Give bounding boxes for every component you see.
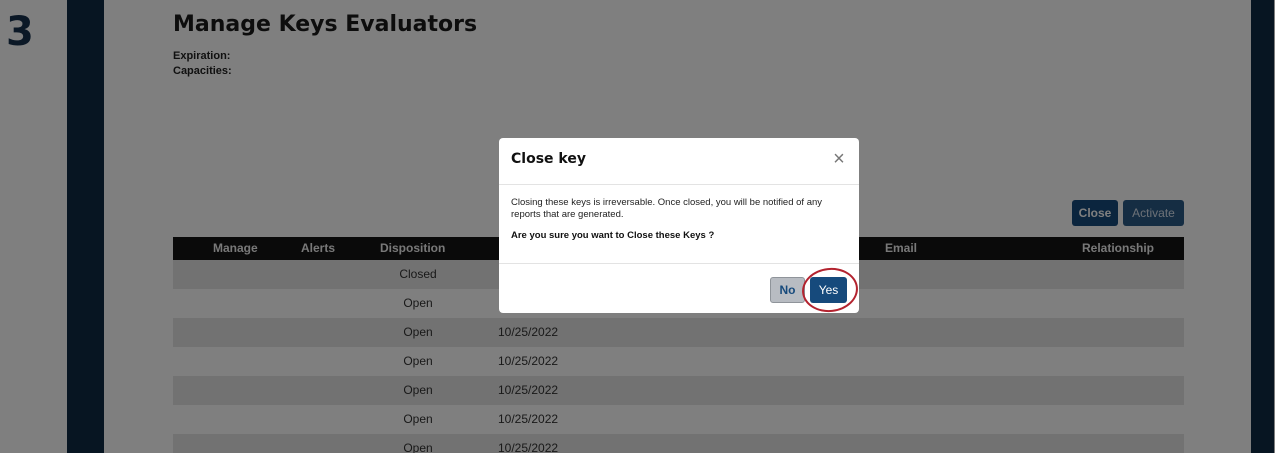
yes-highlight-annotation xyxy=(799,265,861,315)
dialog-message: Closing these keys is irreversable. Once… xyxy=(511,197,823,220)
dialog-body: Closing these keys is irreversable. Once… xyxy=(499,185,859,264)
dialog-question: Are you sure you want to Close these Key… xyxy=(511,230,715,241)
dialog-header: Close key × xyxy=(499,138,859,185)
no-button[interactable]: No xyxy=(770,277,805,303)
close-key-dialog: Close key × Closing these keys is irreve… xyxy=(499,138,861,315)
close-icon[interactable]: × xyxy=(829,149,849,169)
dialog-title: Close key xyxy=(511,151,586,167)
